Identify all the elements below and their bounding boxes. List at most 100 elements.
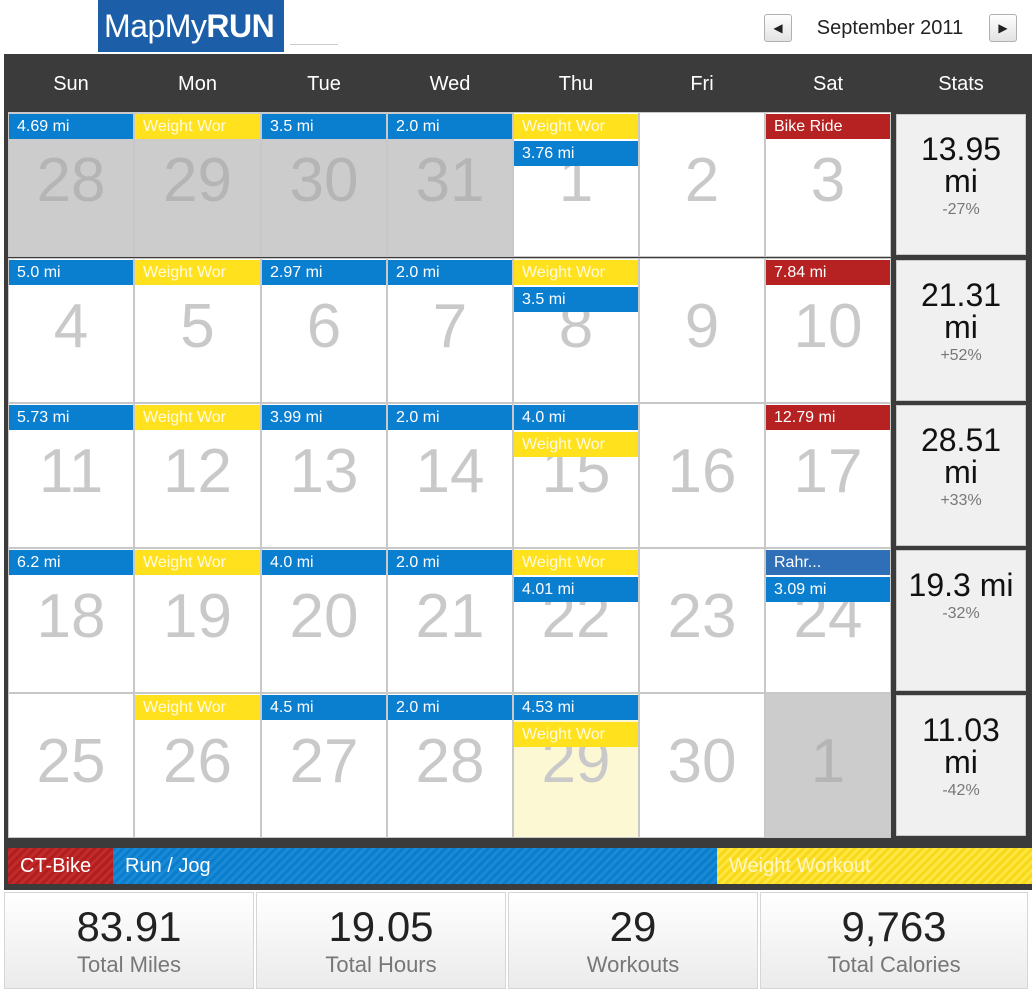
workout-event-weight[interactable]: Weight Wor: [135, 550, 260, 575]
workout-event-other[interactable]: Rahr...: [766, 550, 890, 575]
day-cell[interactable]: 5 Weight Wor: [134, 258, 261, 403]
day-cell[interactable]: 16: [639, 403, 765, 548]
workout-event-bike[interactable]: Bike Ride: [766, 114, 890, 139]
workout-event-run[interactable]: 4.69 mi: [9, 114, 133, 139]
day-cell[interactable]: 21 2.0 mi: [387, 548, 513, 693]
workout-event-run[interactable]: 3.5 mi: [262, 114, 386, 139]
total-value: 9,763: [841, 903, 947, 950]
workout-event-run[interactable]: 3.76 mi: [514, 141, 638, 166]
mapmyrun-logo[interactable]: MapMyRUN: [98, 0, 285, 52]
day-header-6: Sat: [812, 73, 844, 95]
legend-ct-bike[interactable]: CT-Bike: [8, 848, 113, 884]
workout-event-weight[interactable]: Weight Wor: [514, 550, 638, 575]
day-header-1: Mon: [178, 73, 217, 95]
day-cell[interactable]: 3 Bike Ride: [765, 112, 891, 257]
day-number: 30: [667, 727, 737, 796]
week-distance: 13.95 mi: [920, 131, 1002, 199]
day-cell[interactable]: 23: [639, 548, 765, 693]
workout-event-weight[interactable]: Weight Wor: [135, 405, 260, 430]
day-number: 5: [180, 292, 215, 361]
day-number: 28: [36, 146, 106, 215]
workout-event-run[interactable]: 2.0 mi: [388, 405, 512, 430]
workout-event-run[interactable]: 3.99 mi: [262, 405, 386, 430]
workout-event-weight[interactable]: Weight Wor: [514, 114, 638, 139]
week-stats: 28.51 mi +33%: [896, 405, 1026, 546]
day-cell[interactable]: 18 6.2 mi: [8, 548, 134, 693]
chevron-left-icon: ◀: [773, 21, 783, 35]
day-cell[interactable]: 24 Rahr... 3.09 mi: [765, 548, 891, 693]
day-number: 11: [38, 437, 104, 506]
workout-event-run[interactable]: 2.0 mi: [388, 695, 512, 720]
day-cell[interactable]: 29 4.53 mi Weight Wor: [513, 693, 639, 838]
day-cell[interactable]: 13 3.99 mi: [261, 403, 387, 548]
next-month-button[interactable]: ▶: [989, 14, 1017, 42]
day-cell[interactable]: 31 2.0 mi: [387, 112, 513, 257]
day-cell[interactable]: 15 4.0 mi Weight Wor: [513, 403, 639, 548]
day-number: 13: [289, 437, 359, 506]
week-change-percent: +52%: [940, 347, 982, 364]
workout-event-run[interactable]: 3.5 mi: [514, 287, 638, 312]
day-cell[interactable]: 30 3.5 mi: [261, 112, 387, 257]
workout-event-run[interactable]: 4.01 mi: [514, 577, 638, 602]
workout-event-run[interactable]: 4.5 mi: [262, 695, 386, 720]
workout-event-run[interactable]: 5.0 mi: [9, 260, 133, 285]
day-number: 28: [415, 727, 485, 796]
day-cell[interactable]: 14 2.0 mi: [387, 403, 513, 548]
workout-event-run[interactable]: 5.73 mi: [9, 405, 133, 430]
total-label: Total Calories: [827, 952, 961, 977]
legend-weight-workout[interactable]: Weight Workout: [717, 848, 1032, 884]
workout-event-run[interactable]: 4.0 mi: [514, 405, 638, 430]
week-change-percent: +33%: [940, 492, 982, 509]
workout-event-run[interactable]: 2.0 mi: [388, 260, 512, 285]
prev-month-button[interactable]: ◀: [764, 14, 792, 42]
workout-event-weight[interactable]: Weight Wor: [135, 114, 260, 139]
week-stats: 11.03 mi -42%: [896, 695, 1026, 836]
day-cell[interactable]: 8 Weight Wor 3.5 mi: [513, 258, 639, 403]
day-cell[interactable]: 28 2.0 mi: [387, 693, 513, 838]
total-value: 83.91: [76, 903, 182, 950]
day-cell[interactable]: 11 5.73 mi: [8, 403, 134, 548]
workout-event-run[interactable]: 4.0 mi: [262, 550, 386, 575]
workout-event-bike[interactable]: 7.84 mi: [766, 260, 890, 285]
workout-event-run[interactable]: 2.0 mi: [388, 550, 512, 575]
day-cell[interactable]: 30: [639, 693, 765, 838]
workout-event-run[interactable]: 4.53 mi: [514, 695, 638, 720]
day-cell[interactable]: 6 2.97 mi: [261, 258, 387, 403]
day-cell[interactable]: 4 5.0 mi: [8, 258, 134, 403]
workout-event-run[interactable]: 6.2 mi: [9, 550, 133, 575]
day-cell[interactable]: 26 Weight Wor: [134, 693, 261, 838]
day-cell[interactable]: 25: [8, 693, 134, 838]
day-number: 3: [810, 146, 846, 215]
day-cell[interactable]: 22 Weight Wor 4.01 mi: [513, 548, 639, 693]
day-cell[interactable]: 27 4.5 mi: [261, 693, 387, 838]
day-cell[interactable]: 28 4.69 mi: [8, 112, 134, 257]
workout-event-weight[interactable]: Weight Wor: [135, 260, 260, 285]
workout-event-weight[interactable]: Weight Wor: [514, 432, 638, 457]
day-cell[interactable]: 2: [639, 112, 765, 257]
workout-event-run[interactable]: 2.97 mi: [262, 260, 386, 285]
total-value: 29: [609, 903, 657, 950]
day-cell[interactable]: 7 2.0 mi: [387, 258, 513, 403]
day-cell[interactable]: 19 Weight Wor: [134, 548, 261, 693]
day-number: 23: [667, 582, 737, 651]
workout-event-weight[interactable]: Weight Wor: [135, 695, 260, 720]
workout-event-weight[interactable]: Weight Wor: [514, 260, 638, 285]
day-header-2: Tue: [307, 73, 341, 95]
day-cell[interactable]: 12 Weight Wor: [134, 403, 261, 548]
day-cell[interactable]: 29 Weight Wor: [134, 112, 261, 257]
workout-event-bike[interactable]: 12.79 mi: [766, 405, 890, 430]
day-cell[interactable]: 9: [639, 258, 765, 403]
workout-event-run[interactable]: 3.09 mi: [766, 577, 890, 602]
day-cell[interactable]: 17 12.79 mi: [765, 403, 891, 548]
workout-event-weight[interactable]: Weight Wor: [514, 722, 638, 747]
week-distance: 19.3 mi: [908, 567, 1014, 603]
total-label: Total Miles: [77, 952, 181, 977]
legend-run-jog[interactable]: Run / Jog: [113, 848, 717, 884]
day-cell[interactable]: 20 4.0 mi: [261, 548, 387, 693]
total-1: 19.05 Total Hours: [256, 892, 506, 989]
day-cell[interactable]: 1 Weight Wor 3.76 mi: [513, 112, 639, 257]
workout-event-run[interactable]: 2.0 mi: [388, 114, 512, 139]
day-cell[interactable]: 1: [765, 693, 891, 838]
activity-legend: CT-Bike Run / Jog Weight Workout: [4, 844, 1032, 886]
day-cell[interactable]: 10 7.84 mi: [765, 258, 891, 403]
